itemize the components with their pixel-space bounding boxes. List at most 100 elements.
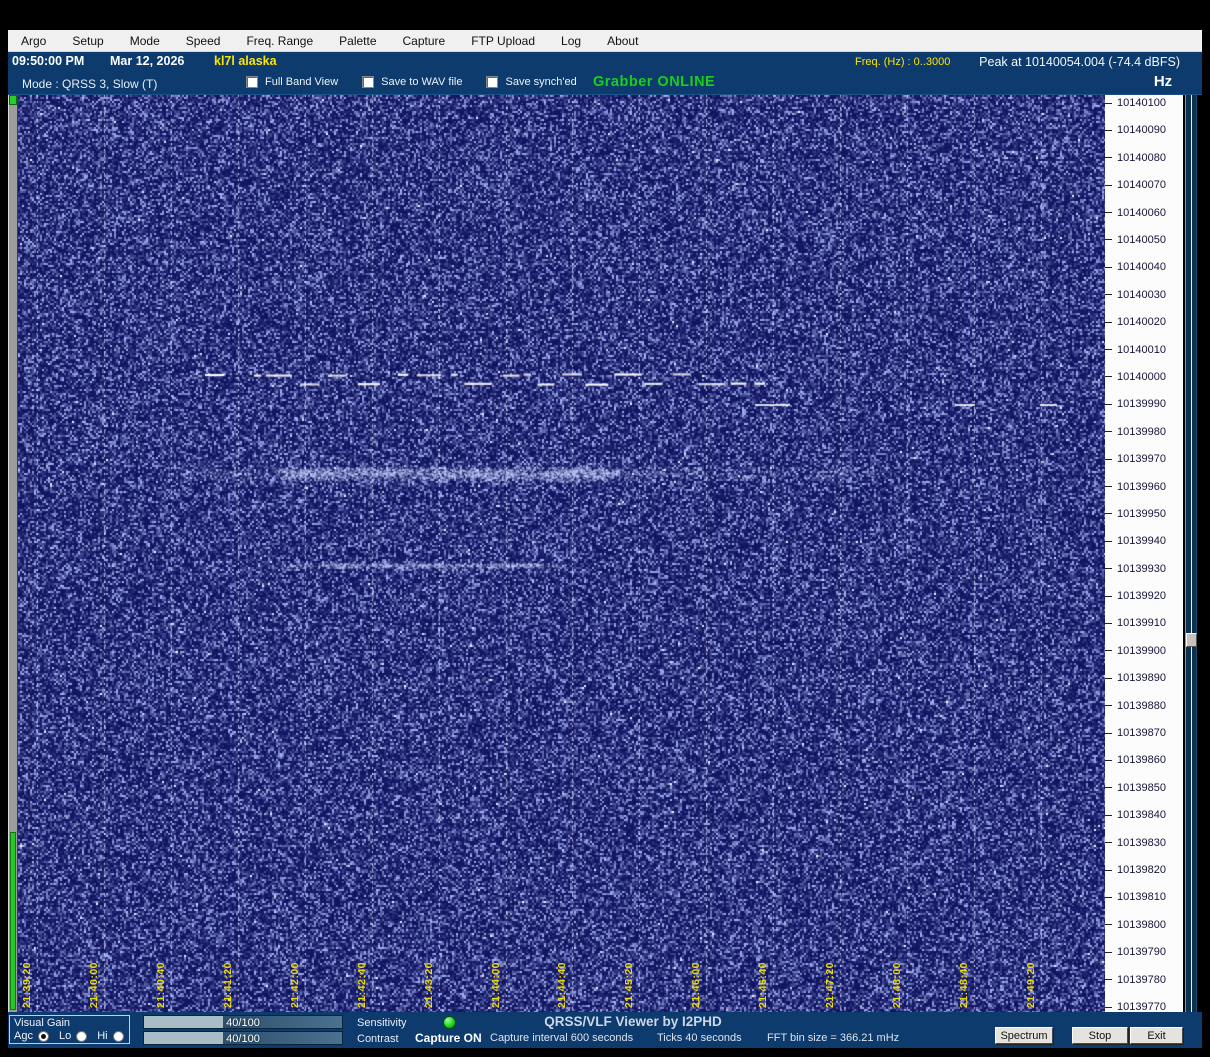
freq-label: 10139820 — [1117, 864, 1166, 877]
mode-row: Mode : QRSS 3, Slow (T) Full Band View Sa… — [8, 72, 1202, 95]
freq-scale-row: 10140030 — [1105, 288, 1166, 301]
freq-scale-row: 10139820 — [1105, 864, 1166, 877]
freq-tick-mark — [1105, 924, 1112, 926]
freq-scale-row: 10140050 — [1105, 233, 1166, 246]
freq-scale-row: 10139860 — [1105, 754, 1166, 767]
ticks-label: Ticks 40 seconds — [657, 1032, 742, 1044]
progress-green-fill — [10, 832, 16, 1010]
checkbox-save-synch-ed[interactable]: Save synch'ed — [486, 76, 577, 88]
checkbox-label: Save synch'ed — [505, 76, 577, 88]
freq-scale-row: 10139930 — [1105, 562, 1166, 575]
time-label: 21:43:20 — [422, 961, 435, 1008]
freq-label: 10140020 — [1117, 316, 1166, 329]
freq-label: 10139830 — [1117, 836, 1166, 849]
menu-item-setup[interactable]: Setup — [59, 30, 116, 51]
fft-bin-label: FFT bin size = 366.21 mHz — [767, 1032, 900, 1044]
checkbox-box[interactable] — [486, 76, 499, 88]
freq-tick-mark — [1105, 869, 1112, 871]
time-label: 21:49:20 — [1024, 961, 1037, 1008]
time-label: 21:44:40 — [556, 961, 569, 1008]
menu-item-about[interactable]: About — [594, 30, 651, 51]
freq-scale-row: 10139900 — [1105, 644, 1166, 657]
freq-label: 10139800 — [1117, 918, 1166, 931]
menu-item-capture[interactable]: Capture — [390, 30, 459, 51]
menu-item-speed[interactable]: Speed — [173, 30, 234, 51]
checkbox-box[interactable] — [246, 76, 258, 88]
freq-scale-row: 10139910 — [1105, 617, 1166, 630]
menu-item-mode[interactable]: Mode — [117, 30, 173, 51]
freq-tick-mark — [1105, 568, 1112, 570]
checkbox-group: Full Band View Save to WAV file Save synch… — [246, 76, 601, 88]
freq-scale-row: 10139880 — [1105, 699, 1166, 712]
checkbox-box[interactable] — [362, 76, 375, 88]
freq-tick-mark — [1105, 486, 1112, 488]
visual-gain-radios: Agc Lo Hi — [14, 1030, 134, 1042]
slider-thumb[interactable] — [1186, 633, 1197, 647]
checkbox-full-band-view[interactable]: Full Band View — [246, 76, 338, 88]
radio-lo[interactable] — [76, 1030, 88, 1042]
stop-button[interactable]: Stop — [1072, 1027, 1128, 1044]
time-label: 21:47:20 — [824, 961, 837, 1008]
menu-item-palette[interactable]: Palette — [326, 30, 389, 51]
time-label: 21:40:40 — [154, 961, 167, 1008]
freq-tick-mark — [1105, 732, 1112, 734]
freq-scale-row: 10139950 — [1105, 507, 1166, 520]
freq-scale-row: 10139890 — [1105, 672, 1166, 685]
spectrogram[interactable]: 21:39:20 21:40:00 21:40:40 21:41:20 21:42:00… — [18, 95, 1105, 1012]
radio-label-hi: Hi — [97, 1030, 108, 1042]
capture-interval-label: Capture interval 600 seconds — [490, 1032, 634, 1044]
menu-item-ftp-upload[interactable]: FTP Upload — [458, 30, 548, 51]
contrast-slider[interactable]: 40/100 — [143, 1031, 343, 1045]
menu-item-log[interactable]: Log — [548, 30, 594, 51]
freq-tick-mark — [1105, 979, 1112, 981]
freq-label: 10139810 — [1117, 891, 1166, 904]
freq-label: 10139950 — [1117, 507, 1166, 520]
spectrogram-canvas[interactable] — [18, 95, 1105, 1012]
time-label: 21:48:00 — [891, 961, 904, 1008]
freq-scale-row: 10140020 — [1105, 316, 1166, 329]
freq-scale-row: 10140060 — [1105, 206, 1166, 219]
checkbox-label: Full Band View — [265, 76, 339, 88]
menu-item-argo[interactable]: Argo — [8, 30, 59, 51]
freq-tick-mark — [1105, 376, 1112, 378]
freq-label: 10139900 — [1117, 644, 1166, 657]
freq-label: 10139930 — [1117, 562, 1166, 575]
freq-tick-mark — [1105, 513, 1112, 515]
freq-label: 10139970 — [1117, 453, 1166, 466]
freq-scale-row: 10140080 — [1105, 151, 1166, 164]
spectrum-button[interactable]: Spectrum — [995, 1027, 1053, 1044]
radio-hi[interactable] — [112, 1030, 124, 1042]
freq-tick-mark — [1105, 129, 1112, 131]
time-label: 21:42:40 — [355, 961, 368, 1008]
clock-date: Mar 12, 2026 — [110, 54, 185, 68]
checkbox-save-to-wav-file[interactable]: Save to WAV file — [362, 76, 462, 88]
freq-label: 10139920 — [1117, 590, 1166, 603]
freq-tick-mark — [1105, 814, 1112, 816]
freq-scale-row: 10140100 — [1105, 97, 1166, 110]
time-label: 21:45:20 — [623, 961, 636, 1008]
freq-label: 10139850 — [1117, 781, 1166, 794]
freq-tick-mark — [1105, 759, 1112, 761]
clock-time: 09:50:00 PM — [12, 54, 85, 68]
exit-button[interactable]: Exit — [1130, 1027, 1183, 1044]
freq-scale-row: 10139970 — [1105, 453, 1166, 466]
freq-tick-mark — [1105, 595, 1112, 597]
time-label: 21:44:00 — [489, 961, 502, 1008]
slider-track-line — [1191, 95, 1192, 1012]
freq-scale-row: 10139830 — [1105, 836, 1166, 849]
menu-bar: Argo Setup Mode Speed Freq. Range Palette Capt… — [8, 30, 1202, 52]
freq-scale-row: 10139940 — [1105, 535, 1166, 548]
sensitivity-slider[interactable]: 40/100 — [143, 1015, 343, 1029]
frequency-offset-slider[interactable] — [1185, 95, 1197, 1012]
time-label: 21:42:00 — [288, 961, 301, 1008]
radio-label-agc: Agc — [14, 1030, 33, 1042]
visual-gain-title: Visual Gain — [14, 1017, 71, 1029]
freq-label: 10139980 — [1117, 425, 1166, 438]
freq-label: 10140000 — [1117, 370, 1166, 383]
menu-item-freq-range[interactable]: Freq. Range — [233, 30, 326, 51]
visual-gain-group: Visual Gain Agc Lo Hi — [9, 1015, 130, 1044]
freq-tick-mark — [1105, 951, 1112, 953]
time-label: 21:40:00 — [87, 961, 100, 1008]
radio-agc[interactable] — [37, 1030, 49, 1042]
freq-tick-mark — [1105, 458, 1112, 460]
